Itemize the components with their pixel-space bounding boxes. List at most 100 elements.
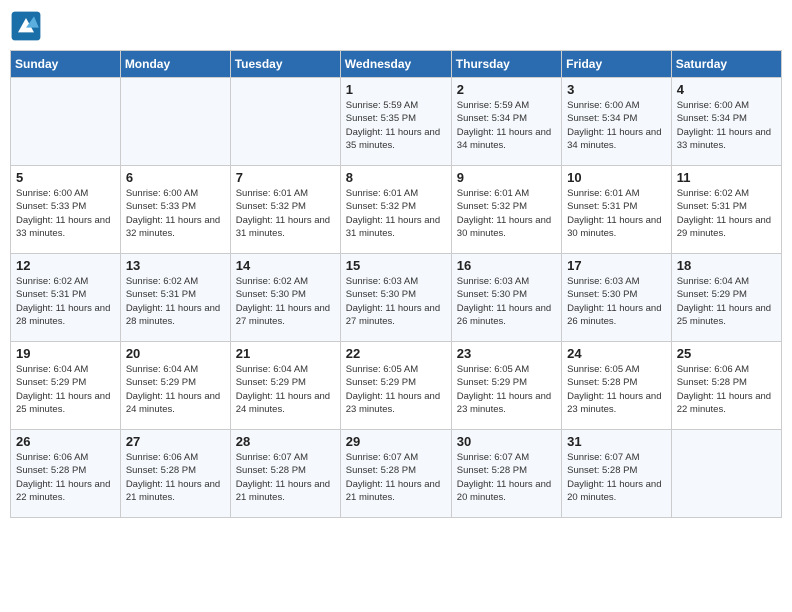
day-number: 5 xyxy=(16,170,115,185)
page-header xyxy=(10,10,782,42)
day-number: 21 xyxy=(236,346,335,361)
calendar-cell: 19 Sunrise: 6:04 AM Sunset: 5:29 PM Dayli… xyxy=(11,342,121,430)
calendar-cell: 15 Sunrise: 6:03 AM Sunset: 5:30 PM Dayli… xyxy=(340,254,451,342)
calendar-cell: 2 Sunrise: 5:59 AM Sunset: 5:34 PM Daylig… xyxy=(451,78,561,166)
day-info: Sunrise: 6:00 AM Sunset: 5:34 PM Dayligh… xyxy=(567,99,666,152)
day-info: Sunrise: 6:02 AM Sunset: 5:31 PM Dayligh… xyxy=(16,275,115,328)
day-info: Sunrise: 6:03 AM Sunset: 5:30 PM Dayligh… xyxy=(457,275,556,328)
day-header-sunday: Sunday xyxy=(11,51,121,78)
calendar-cell: 9 Sunrise: 6:01 AM Sunset: 5:32 PM Daylig… xyxy=(451,166,561,254)
calendar-cell xyxy=(671,430,781,518)
day-info: Sunrise: 6:03 AM Sunset: 5:30 PM Dayligh… xyxy=(567,275,666,328)
calendar-cell: 23 Sunrise: 6:05 AM Sunset: 5:29 PM Dayli… xyxy=(451,342,561,430)
day-number: 9 xyxy=(457,170,556,185)
day-number: 22 xyxy=(346,346,446,361)
day-number: 12 xyxy=(16,258,115,273)
day-info: Sunrise: 6:07 AM Sunset: 5:28 PM Dayligh… xyxy=(457,451,556,504)
day-info: Sunrise: 6:01 AM Sunset: 5:31 PM Dayligh… xyxy=(567,187,666,240)
day-header-saturday: Saturday xyxy=(671,51,781,78)
calendar-cell: 26Sunrise: 6:06 AM Sunset: 5:28 PM Dayli… xyxy=(11,430,121,518)
day-number: 18 xyxy=(677,258,776,273)
day-number: 4 xyxy=(677,82,776,97)
day-number: 30 xyxy=(457,434,556,449)
day-info: Sunrise: 6:05 AM Sunset: 5:29 PM Dayligh… xyxy=(457,363,556,416)
calendar-cell: 13Sunrise: 6:02 AM Sunset: 5:31 PM Dayli… xyxy=(120,254,230,342)
calendar-cell xyxy=(11,78,121,166)
day-number: 16 xyxy=(457,258,556,273)
day-number: 11 xyxy=(677,170,776,185)
day-number: 31 xyxy=(567,434,666,449)
day-number: 28 xyxy=(236,434,335,449)
day-info: Sunrise: 6:06 AM Sunset: 5:28 PM Dayligh… xyxy=(677,363,776,416)
day-number: 19 xyxy=(16,346,115,361)
calendar-cell: 21 Sunrise: 6:04 AM Sunset: 5:29 PM Dayli… xyxy=(230,342,340,430)
day-info: Sunrise: 6:04 AM Sunset: 5:29 PM Dayligh… xyxy=(677,275,776,328)
logo xyxy=(10,10,46,42)
day-number: 14 xyxy=(236,258,335,273)
calendar-cell: 5Sunrise: 6:00 AM Sunset: 5:33 PM Daylig… xyxy=(11,166,121,254)
day-info: Sunrise: 6:02 AM Sunset: 5:30 PM Dayligh… xyxy=(236,275,335,328)
day-number: 10 xyxy=(567,170,666,185)
day-number: 8 xyxy=(346,170,446,185)
day-header-thursday: Thursday xyxy=(451,51,561,78)
day-info: Sunrise: 6:06 AM Sunset: 5:28 PM Dayligh… xyxy=(126,451,225,504)
calendar-cell: 14 Sunrise: 6:02 AM Sunset: 5:30 PM Dayli… xyxy=(230,254,340,342)
day-info: Sunrise: 6:00 AM Sunset: 5:33 PM Dayligh… xyxy=(126,187,225,240)
logo-icon xyxy=(10,10,42,42)
day-number: 24 xyxy=(567,346,666,361)
day-info: Sunrise: 6:02 AM Sunset: 5:31 PM Dayligh… xyxy=(126,275,225,328)
calendar-cell: 31 Sunrise: 6:07 AM Sunset: 5:28 PM Dayli… xyxy=(562,430,672,518)
day-info: Sunrise: 6:07 AM Sunset: 5:28 PM Dayligh… xyxy=(236,451,335,504)
day-info: Sunrise: 6:07 AM Sunset: 5:28 PM Dayligh… xyxy=(346,451,446,504)
calendar-cell xyxy=(230,78,340,166)
calendar-cell: 16 Sunrise: 6:03 AM Sunset: 5:30 PM Dayli… xyxy=(451,254,561,342)
calendar-cell: 25 Sunrise: 6:06 AM Sunset: 5:28 PM Dayli… xyxy=(671,342,781,430)
day-number: 20 xyxy=(126,346,225,361)
calendar-cell: 6 Sunrise: 6:00 AM Sunset: 5:33 PM Daylig… xyxy=(120,166,230,254)
day-info: Sunrise: 6:04 AM Sunset: 5:29 PM Dayligh… xyxy=(236,363,335,416)
day-info: Sunrise: 6:05 AM Sunset: 5:29 PM Dayligh… xyxy=(346,363,446,416)
day-info: Sunrise: 5:59 AM Sunset: 5:34 PM Dayligh… xyxy=(457,99,556,152)
day-number: 2 xyxy=(457,82,556,97)
day-info: Sunrise: 6:06 AM Sunset: 5:28 PM Dayligh… xyxy=(16,451,115,504)
day-header-tuesday: Tuesday xyxy=(230,51,340,78)
calendar-cell: 1Sunrise: 5:59 AM Sunset: 5:35 PM Daylig… xyxy=(340,78,451,166)
day-info: Sunrise: 6:02 AM Sunset: 5:31 PM Dayligh… xyxy=(677,187,776,240)
calendar-cell: 22 Sunrise: 6:05 AM Sunset: 5:29 PM Dayli… xyxy=(340,342,451,430)
day-header-wednesday: Wednesday xyxy=(340,51,451,78)
calendar-cell: 3 Sunrise: 6:00 AM Sunset: 5:34 PM Daylig… xyxy=(562,78,672,166)
calendar-cell: 30 Sunrise: 6:07 AM Sunset: 5:28 PM Dayli… xyxy=(451,430,561,518)
calendar-cell: 28 Sunrise: 6:07 AM Sunset: 5:28 PM Dayli… xyxy=(230,430,340,518)
day-number: 3 xyxy=(567,82,666,97)
calendar-cell xyxy=(120,78,230,166)
day-number: 15 xyxy=(346,258,446,273)
day-info: Sunrise: 6:04 AM Sunset: 5:29 PM Dayligh… xyxy=(16,363,115,416)
day-number: 6 xyxy=(126,170,225,185)
day-info: Sunrise: 6:07 AM Sunset: 5:28 PM Dayligh… xyxy=(567,451,666,504)
day-number: 23 xyxy=(457,346,556,361)
day-info: Sunrise: 6:01 AM Sunset: 5:32 PM Dayligh… xyxy=(236,187,335,240)
calendar-week-row: 19 Sunrise: 6:04 AM Sunset: 5:29 PM Dayli… xyxy=(11,342,782,430)
calendar-cell: 12 Sunrise: 6:02 AM Sunset: 5:31 PM Dayli… xyxy=(11,254,121,342)
day-info: Sunrise: 6:05 AM Sunset: 5:28 PM Dayligh… xyxy=(567,363,666,416)
day-info: Sunrise: 6:01 AM Sunset: 5:32 PM Dayligh… xyxy=(457,187,556,240)
calendar-week-row: 5 Sunrise: 6:00 AM Sunset: 5:33 PM Daylig… xyxy=(11,166,782,254)
day-number: 1 xyxy=(346,82,446,97)
calendar-table: SundayMondayTuesdayWednesdayThursdayFrid… xyxy=(10,50,782,518)
calendar-cell: 18 Sunrise: 6:04 AM Sunset: 5:29 PM Dayli… xyxy=(671,254,781,342)
day-number: 7 xyxy=(236,170,335,185)
day-number: 17 xyxy=(567,258,666,273)
calendar-cell: 24 Sunrise: 6:05 AM Sunset: 5:28 PM Dayli… xyxy=(562,342,672,430)
day-info: Sunrise: 6:03 AM Sunset: 5:30 PM Dayligh… xyxy=(346,275,446,328)
calendar-header-row: SundayMondayTuesdayWednesdayThursdayFrid… xyxy=(11,51,782,78)
calendar-week-row: 1Sunrise: 5:59 AM Sunset: 5:35 PM Daylig… xyxy=(11,78,782,166)
day-info: Sunrise: 6:00 AM Sunset: 5:34 PM Dayligh… xyxy=(677,99,776,152)
calendar-cell: 17 Sunrise: 6:03 AM Sunset: 5:30 PM Dayli… xyxy=(562,254,672,342)
day-info: Sunrise: 6:01 AM Sunset: 5:32 PM Dayligh… xyxy=(346,187,446,240)
calendar-cell: 29Sunrise: 6:07 AM Sunset: 5:28 PM Dayli… xyxy=(340,430,451,518)
calendar-cell: 7 Sunrise: 6:01 AM Sunset: 5:32 PM Daylig… xyxy=(230,166,340,254)
calendar-cell: 27Sunrise: 6:06 AM Sunset: 5:28 PM Dayli… xyxy=(120,430,230,518)
day-info: Sunrise: 6:04 AM Sunset: 5:29 PM Dayligh… xyxy=(126,363,225,416)
day-number: 25 xyxy=(677,346,776,361)
day-header-friday: Friday xyxy=(562,51,672,78)
